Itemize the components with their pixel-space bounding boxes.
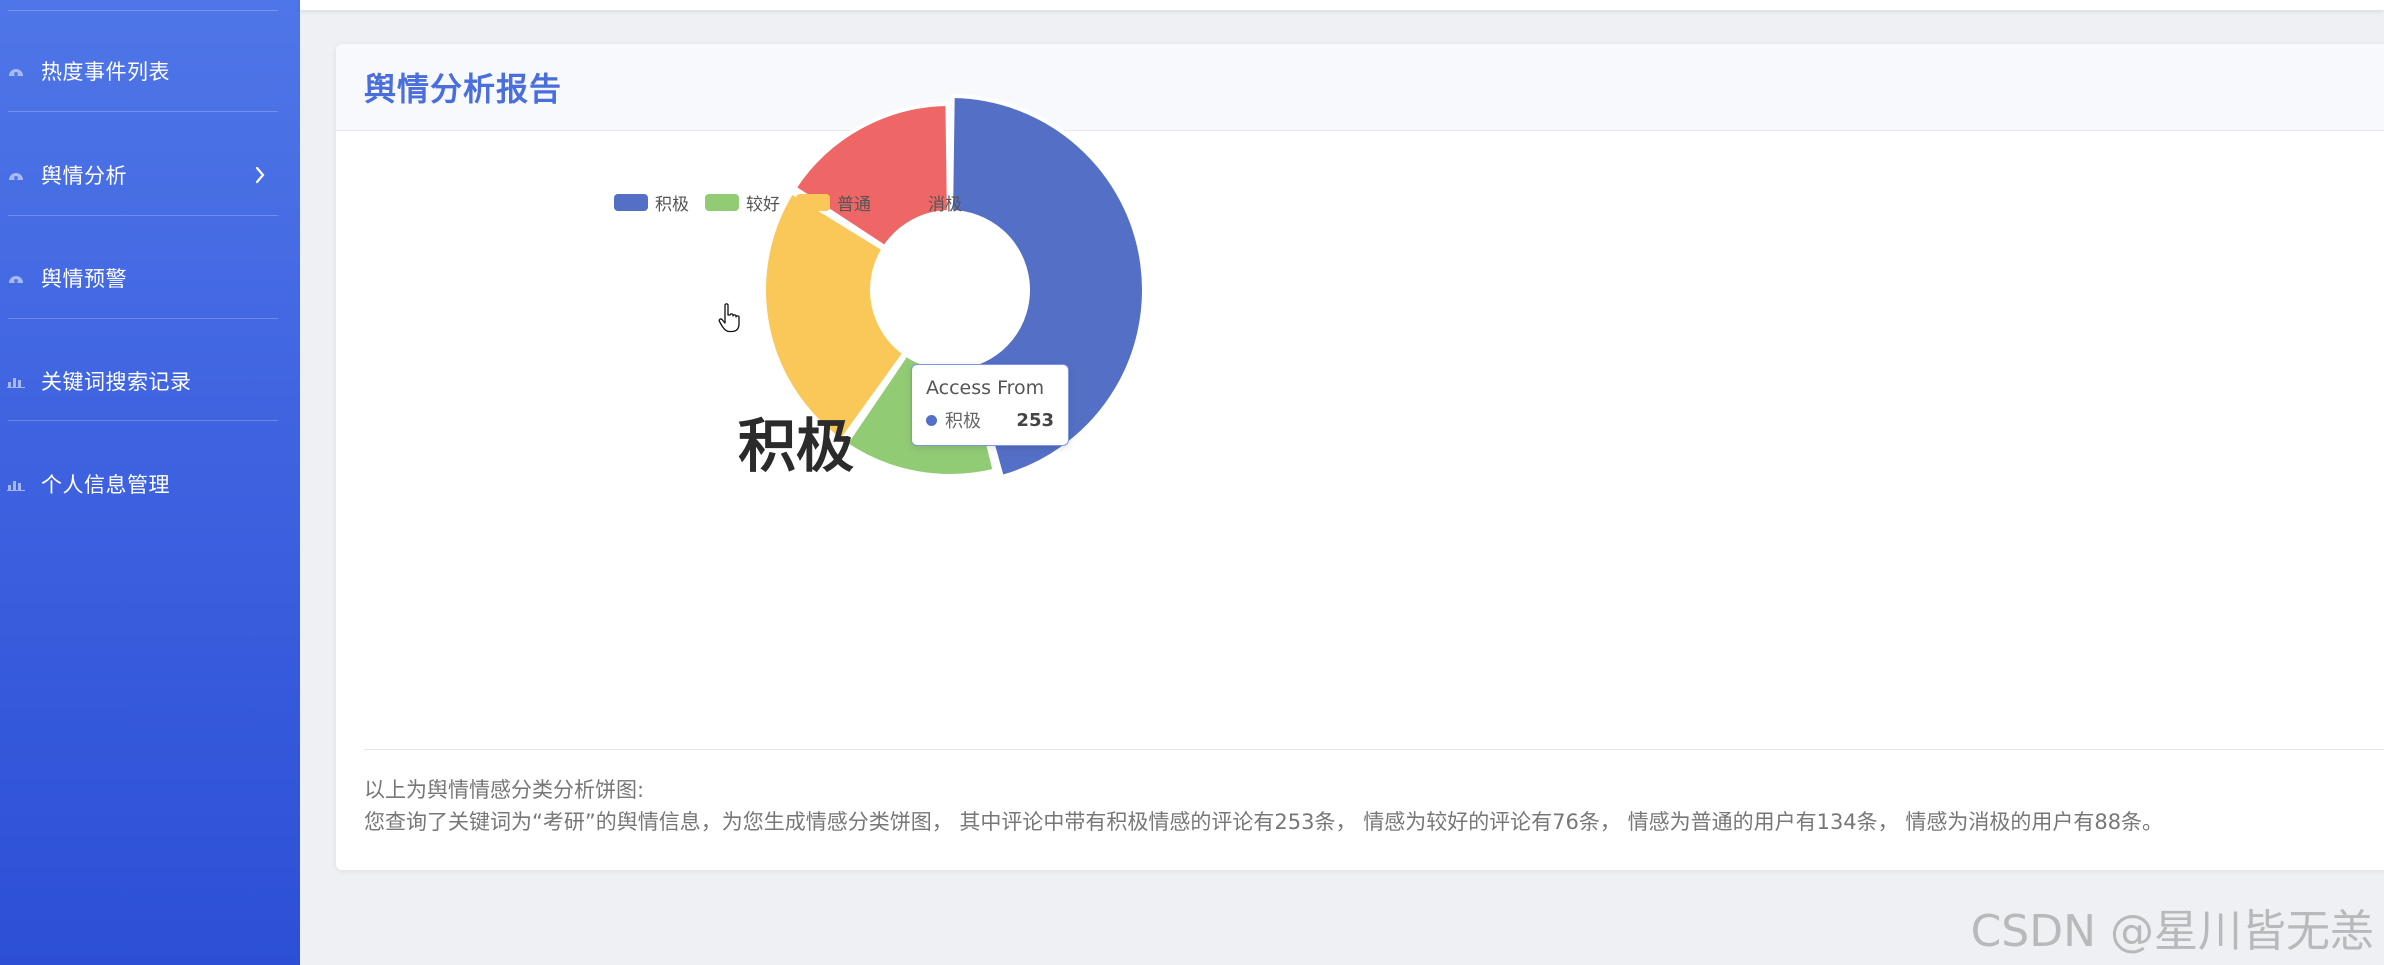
- sidebar-item-label: 关键词搜索记录: [41, 370, 192, 394]
- legend-swatch: [796, 194, 830, 211]
- legend-item[interactable]: 普通: [796, 190, 871, 215]
- sidebar-divider: [8, 215, 278, 216]
- chart-legend: 积极 较好 普通 消极: [614, 190, 978, 215]
- chart-tooltip: Access From 积极 253: [911, 364, 1069, 446]
- top-header: [300, 0, 2384, 10]
- watermark: CSDN @星川皆无恙: [1970, 906, 2374, 957]
- gauge-icon: [6, 268, 26, 288]
- chart-center-label: 积极: [737, 412, 854, 480]
- legend-swatch: [614, 194, 648, 211]
- page-title: 舆情分析报告: [364, 70, 563, 108]
- card-header: 舆情分析报告: [336, 44, 2384, 131]
- sidebar-divider: [8, 111, 278, 112]
- legend-swatch: [887, 194, 921, 211]
- legend-swatch: [705, 194, 739, 211]
- sidebar: 热度事件列表 舆情分析 舆情预警 关键词搜索记录 个人信息管理: [0, 0, 300, 965]
- sidebar-divider: [8, 318, 278, 319]
- sidebar-item-label: 热度事件列表: [41, 60, 170, 84]
- legend-label: 较好: [746, 195, 780, 215]
- tooltip-series-name: 积极: [945, 411, 981, 432]
- legend-label: 普通: [837, 195, 871, 215]
- gauge-icon: [6, 61, 26, 81]
- tooltip-marker: [926, 414, 937, 426]
- description-heading: 以上为舆情情感分类分析饼图:: [364, 778, 645, 802]
- sidebar-item-hot-events[interactable]: 热度事件列表: [0, 41, 300, 101]
- legend-item[interactable]: 消极: [887, 190, 962, 215]
- gauge-icon: [6, 165, 26, 185]
- sidebar-item-sentiment-analysis[interactable]: 舆情分析: [0, 145, 300, 205]
- sidebar-item-keyword-history[interactable]: 关键词搜索记录: [0, 351, 300, 411]
- chevron-right-icon: [250, 165, 270, 185]
- report-card: 舆情分析报告 积极 较好 普通 消极 积极 Access From 积极 253 以上…: [336, 44, 2384, 870]
- sidebar-item-label: 舆情分析: [41, 164, 127, 188]
- legend-label: 消极: [928, 195, 962, 215]
- sidebar-item-label: 舆情预警: [41, 267, 127, 291]
- divider: [364, 749, 2384, 750]
- description-body: 您查询了关键词为“考研”的舆情信息，为您生成情感分类饼图， 其中评论中带有积极情…: [364, 810, 2164, 834]
- hand-cursor-icon: [718, 303, 740, 333]
- sidebar-item-sentiment-warning[interactable]: 舆情预警: [0, 248, 300, 308]
- legend-item[interactable]: 积极: [614, 190, 689, 215]
- sidebar-divider: [8, 10, 278, 11]
- bar-chart-icon: [6, 474, 26, 494]
- tooltip-row: 积极 253: [926, 407, 1054, 433]
- sidebar-divider: [8, 420, 278, 421]
- legend-label: 积极: [655, 195, 689, 215]
- bar-chart-icon: [6, 371, 26, 391]
- legend-item[interactable]: 较好: [705, 190, 780, 215]
- tooltip-title: Access From: [926, 377, 1045, 399]
- tooltip-value: 253: [1016, 409, 1054, 431]
- sidebar-item-label: 个人信息管理: [41, 473, 170, 497]
- sidebar-item-profile[interactable]: 个人信息管理: [0, 454, 300, 514]
